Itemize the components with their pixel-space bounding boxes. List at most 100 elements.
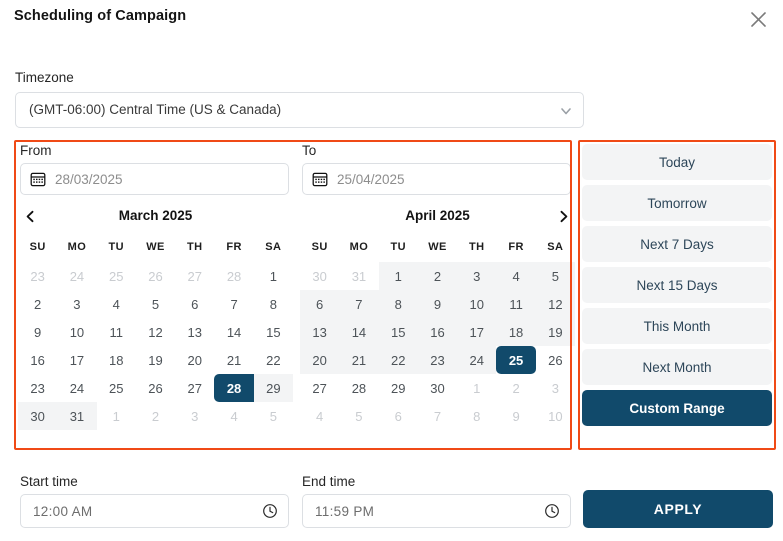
clock-icon[interactable] bbox=[262, 503, 278, 524]
from-date-input[interactable]: 28/03/2025 bbox=[20, 163, 289, 195]
calendar-day[interactable]: 25 bbox=[496, 346, 536, 374]
calendar-day[interactable]: 25 bbox=[97, 374, 136, 402]
calendar-day[interactable]: 5 bbox=[339, 402, 378, 430]
calendar-day[interactable]: 9 bbox=[18, 318, 57, 346]
calendar-day[interactable]: 24 bbox=[57, 262, 96, 290]
calendar-day[interactable]: 30 bbox=[18, 402, 58, 430]
calendar-day[interactable]: 5 bbox=[254, 402, 293, 430]
calendar-day[interactable]: 12 bbox=[136, 318, 175, 346]
calendar-day[interactable]: 26 bbox=[136, 262, 175, 290]
end-time-input[interactable]: 11:59 PM bbox=[302, 494, 571, 528]
calendar-day[interactable]: 3 bbox=[457, 262, 497, 290]
calendar-day[interactable]: 13 bbox=[175, 318, 214, 346]
calendar-day[interactable]: 12 bbox=[535, 290, 575, 318]
apply-button[interactable]: APPLY bbox=[583, 490, 773, 528]
calendar-day[interactable]: 3 bbox=[57, 290, 96, 318]
calendar-day[interactable]: 18 bbox=[496, 318, 536, 346]
preset-this-month-button[interactable]: This Month bbox=[582, 308, 772, 344]
calendar-day[interactable]: 28 bbox=[214, 262, 253, 290]
preset-next-month-button[interactable]: Next Month bbox=[582, 349, 772, 385]
calendar-day[interactable]: 11 bbox=[97, 318, 136, 346]
preset-next-7-days-button[interactable]: Next 7 Days bbox=[582, 226, 772, 262]
calendar-day[interactable]: 21 bbox=[339, 346, 379, 374]
calendar-day[interactable]: 6 bbox=[300, 290, 340, 318]
calendar-day[interactable]: 20 bbox=[300, 346, 340, 374]
calendar-day[interactable]: 1 bbox=[254, 262, 293, 290]
calendar-day[interactable]: 13 bbox=[300, 318, 340, 346]
calendar-day[interactable]: 10 bbox=[536, 402, 575, 430]
calendar-day[interactable]: 27 bbox=[175, 262, 214, 290]
calendar-day[interactable]: 19 bbox=[535, 318, 575, 346]
calendar-day[interactable]: 7 bbox=[214, 290, 253, 318]
calendar-day[interactable]: 7 bbox=[339, 290, 379, 318]
calendar-day[interactable]: 8 bbox=[457, 402, 496, 430]
calendar-day[interactable]: 6 bbox=[379, 402, 418, 430]
close-icon[interactable] bbox=[745, 6, 771, 32]
calendar-day[interactable]: 24 bbox=[57, 374, 96, 402]
preset-next-15-days-button[interactable]: Next 15 Days bbox=[582, 267, 772, 303]
calendar-day[interactable]: 20 bbox=[175, 346, 214, 374]
calendar-day[interactable]: 31 bbox=[57, 402, 97, 430]
calendar-day[interactable]: 29 bbox=[379, 374, 418, 402]
calendar-day[interactable]: 16 bbox=[18, 346, 57, 374]
calendar-day[interactable]: 18 bbox=[97, 346, 136, 374]
calendar-day[interactable]: 16 bbox=[417, 318, 458, 346]
calendar-day[interactable]: 5 bbox=[535, 262, 575, 290]
calendar-day[interactable]: 22 bbox=[254, 346, 293, 374]
calendar-day[interactable]: 11 bbox=[496, 290, 536, 318]
calendar-day[interactable]: 30 bbox=[418, 374, 457, 402]
calendar-day[interactable]: 4 bbox=[496, 262, 536, 290]
calendar-day[interactable]: 26 bbox=[136, 374, 175, 402]
calendar-day[interactable]: 8 bbox=[378, 290, 418, 318]
calendar-day[interactable]: 28 bbox=[214, 374, 254, 402]
calendar-day[interactable]: 4 bbox=[97, 290, 136, 318]
timezone-select[interactable]: (GMT-06:00) Central Time (US & Canada) bbox=[15, 92, 584, 128]
calendar-day[interactable]: 23 bbox=[18, 374, 57, 402]
calendar-day[interactable]: 14 bbox=[214, 318, 253, 346]
calendar-day[interactable]: 3 bbox=[175, 402, 214, 430]
calendar-day[interactable]: 15 bbox=[254, 318, 293, 346]
calendar-day[interactable]: 4 bbox=[214, 402, 253, 430]
calendar-day[interactable]: 23 bbox=[18, 262, 57, 290]
calendar-day[interactable]: 10 bbox=[57, 318, 96, 346]
calendar-day[interactable]: 1 bbox=[457, 374, 496, 402]
calendar-day[interactable]: 2 bbox=[18, 290, 57, 318]
chevron-right-icon[interactable] bbox=[551, 204, 575, 228]
calendar-day[interactable]: 2 bbox=[417, 262, 458, 290]
calendar-day[interactable]: 1 bbox=[378, 262, 418, 290]
preset-custom-range-button[interactable]: Custom Range bbox=[582, 390, 772, 426]
calendar-day[interactable]: 2 bbox=[136, 402, 175, 430]
calendar-day[interactable]: 23 bbox=[417, 346, 458, 374]
calendar-day[interactable]: 21 bbox=[214, 346, 253, 374]
calendar-day[interactable]: 10 bbox=[457, 290, 497, 318]
calendar-day[interactable]: 5 bbox=[136, 290, 175, 318]
calendar-day[interactable]: 7 bbox=[418, 402, 457, 430]
calendar-day[interactable]: 15 bbox=[378, 318, 418, 346]
calendar-day[interactable]: 26 bbox=[536, 346, 575, 374]
preset-today-button[interactable]: Today bbox=[582, 144, 772, 180]
calendar-day[interactable]: 25 bbox=[97, 262, 136, 290]
calendar-day[interactable]: 9 bbox=[417, 290, 458, 318]
start-time-input[interactable]: 12:00 AM bbox=[20, 494, 289, 528]
calendar-day[interactable]: 22 bbox=[378, 346, 418, 374]
calendar-day[interactable]: 19 bbox=[136, 346, 175, 374]
calendar-day[interactable]: 3 bbox=[536, 374, 575, 402]
calendar-day[interactable]: 29 bbox=[253, 374, 293, 402]
calendar-day[interactable]: 9 bbox=[496, 402, 535, 430]
calendar-day[interactable]: 8 bbox=[254, 290, 293, 318]
clock-icon[interactable] bbox=[544, 503, 560, 524]
calendar-day[interactable]: 1 bbox=[97, 402, 136, 430]
calendar-day[interactable]: 2 bbox=[496, 374, 535, 402]
calendar-day[interactable]: 6 bbox=[175, 290, 214, 318]
calendar-day[interactable]: 28 bbox=[339, 374, 378, 402]
calendar-day[interactable]: 24 bbox=[457, 346, 497, 374]
calendar-day[interactable]: 31 bbox=[339, 262, 378, 290]
calendar-day[interactable]: 30 bbox=[300, 262, 339, 290]
preset-tomorrow-button[interactable]: Tomorrow bbox=[582, 185, 772, 221]
calendar-day[interactable]: 17 bbox=[57, 346, 96, 374]
calendar-day[interactable]: 17 bbox=[457, 318, 497, 346]
calendar-day[interactable]: 27 bbox=[175, 374, 214, 402]
calendar-day[interactable]: 14 bbox=[339, 318, 379, 346]
calendar-day[interactable]: 4 bbox=[300, 402, 339, 430]
to-date-input[interactable]: 25/04/2025 bbox=[302, 163, 571, 195]
